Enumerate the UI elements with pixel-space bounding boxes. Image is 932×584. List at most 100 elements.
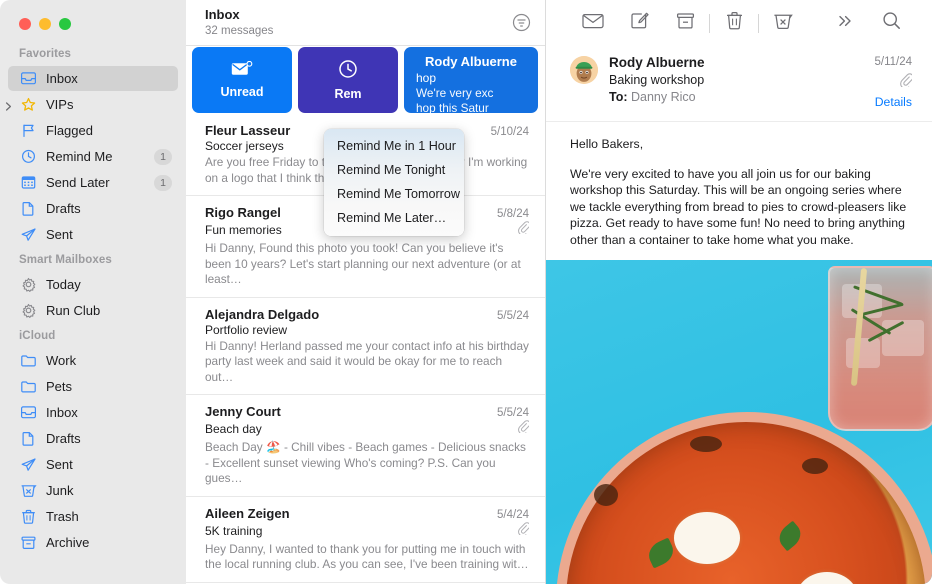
mail-window: Favorites Inbox VIPs Flagged Remind Me 1 S… xyxy=(0,0,932,584)
inbox-icon xyxy=(19,71,38,87)
message-row-mid: 5K training xyxy=(205,521,531,540)
more-button[interactable] xyxy=(822,8,868,38)
recipient-name: Danny Rico xyxy=(631,90,696,104)
char-spot xyxy=(594,484,618,506)
sidebar-item-sent[interactable]: Sent xyxy=(8,452,178,477)
folder-icon xyxy=(19,353,38,369)
sidebar-item-junk[interactable]: Junk xyxy=(8,478,178,503)
delete-button[interactable] xyxy=(711,8,757,38)
context-menu-item[interactable]: Remind Me Later… xyxy=(324,206,464,230)
sidebar-item-drafts[interactable]: Drafts xyxy=(8,426,178,451)
message-list-scroll[interactable]: Unread Rem Rody Albuerne hop We're very … xyxy=(186,46,545,584)
selected-message-from: Rody Albuerne xyxy=(425,54,517,69)
minimize-button[interactable] xyxy=(39,18,51,30)
message-sender: Fleur Lasseur xyxy=(205,123,291,138)
message-row-top: Aileen Zeigen 5/4/24 xyxy=(205,506,529,521)
gear-icon xyxy=(19,277,38,293)
message-date: 5/10/24 xyxy=(490,126,529,138)
selected-message-preview-1: We're very exc xyxy=(416,86,494,100)
margherita-pizza-photo[interactable] xyxy=(546,260,932,584)
paper-plane-icon xyxy=(19,457,38,473)
details-link[interactable]: Details xyxy=(875,94,912,111)
sidebar-item-sent[interactable]: Sent xyxy=(8,222,178,247)
sidebar-item-label: Trash xyxy=(46,509,79,524)
sidebar-item-label: Archive xyxy=(46,535,90,550)
compose-button[interactable] xyxy=(616,8,662,38)
sidebar-item-label: Junk xyxy=(46,483,74,498)
sidebar-item-today[interactable]: Today xyxy=(8,272,178,297)
sidebar-item-inbox[interactable]: Inbox xyxy=(8,66,178,91)
sidebar-item-label: Work xyxy=(46,353,77,368)
mark-unread-button[interactable] xyxy=(570,8,616,38)
message-row-mid: Beach day xyxy=(205,420,531,438)
archive-icon xyxy=(676,12,695,35)
star-icon xyxy=(19,97,38,113)
clock-icon xyxy=(338,59,358,82)
swipe-action-unread[interactable]: Unread xyxy=(192,47,292,113)
toolbar-divider xyxy=(758,13,759,33)
mailbox-title: Inbox xyxy=(205,7,240,22)
message-preview: Hi Danny! Herland passed me your contact… xyxy=(205,338,529,384)
message-list-header: Inbox 32 messages xyxy=(186,0,545,46)
message-count: 32 messages xyxy=(205,25,274,37)
sidebar-item-remind-me[interactable]: Remind Me 1 xyxy=(8,144,178,169)
sidebar-item-label: Inbox xyxy=(46,405,78,420)
gear-icon xyxy=(19,303,38,319)
document-icon xyxy=(19,201,38,217)
search-icon xyxy=(882,11,901,35)
message-preview: Beach Day 🏖️ - Chill vibes - Beach games… xyxy=(205,440,526,485)
archive-button[interactable] xyxy=(662,8,708,38)
message-sender: Rigo Rangel xyxy=(205,205,281,220)
context-menu-item[interactable]: Remind Me in 1 Hour xyxy=(324,134,464,158)
message-list-item[interactable]: Aileen Zeigen 5/4/24 5K training Hey Danny,… xyxy=(186,497,545,583)
ice-cube xyxy=(882,320,924,356)
char-spot xyxy=(802,458,828,474)
sidebar-item-label: VIPs xyxy=(46,97,74,112)
context-menu-item[interactable]: Remind Me Tonight xyxy=(324,158,464,182)
sender-name: Rody Albuerne xyxy=(609,55,705,70)
toolbar-divider xyxy=(709,13,710,33)
message-header-right: 5/11/24 Details xyxy=(874,54,914,111)
zoom-button[interactable] xyxy=(59,18,71,30)
sidebar-item-pets[interactable]: Pets xyxy=(8,374,178,399)
message-meta: Rody Albuerne Baking workshop To: Danny … xyxy=(609,54,863,111)
sidebar-item-label: Drafts xyxy=(46,201,81,216)
close-button[interactable] xyxy=(19,18,31,30)
sidebar-item-work[interactable]: Work xyxy=(8,348,178,373)
chevron-right-icon[interactable] xyxy=(4,100,14,111)
paperclip-icon xyxy=(518,521,531,540)
swipe-action-remind[interactable]: Rem xyxy=(298,47,398,113)
junk-button[interactable] xyxy=(760,8,806,38)
message-list-item[interactable]: Jenny Court 5/5/24 Beach day Beach Day 🏖️ -… xyxy=(186,395,545,497)
message-list-item[interactable]: Alejandra Delgado 5/5/24 Portfolio review H… xyxy=(186,298,545,395)
message-body: Hello Bakers, We're very excited to have… xyxy=(546,122,932,260)
sidebar-item-drafts[interactable]: Drafts xyxy=(8,196,178,221)
sidebar: Favorites Inbox VIPs Flagged Remind Me 1 S… xyxy=(0,0,186,584)
selected-message-preview-2: hop this Satur xyxy=(416,101,489,113)
message-preview: Hey Danny, I wanted to thank you for put… xyxy=(205,541,529,572)
sidebar-item-run-club[interactable]: Run Club xyxy=(8,298,178,323)
context-menu-item[interactable]: Remind Me Tomorrow xyxy=(324,182,464,206)
selected-message-row[interactable]: Rody Albuerne hop We're very exc hop thi… xyxy=(404,47,538,113)
flag-icon xyxy=(19,123,38,139)
sidebar-item-flagged[interactable]: Flagged xyxy=(8,118,178,143)
inbox-icon xyxy=(19,405,38,421)
clock-icon xyxy=(19,149,38,165)
sidebar-item-vips[interactable]: VIPs xyxy=(5,92,178,117)
calendar-icon xyxy=(19,175,38,191)
ice-cube xyxy=(846,338,880,368)
paperclip-icon xyxy=(900,73,914,92)
archive-icon xyxy=(19,535,38,551)
sidebar-item-trash[interactable]: Trash xyxy=(8,504,178,529)
sidebar-item-label: Pets xyxy=(46,379,73,394)
message-sender: Alejandra Delgado xyxy=(205,306,320,322)
search-button[interactable] xyxy=(868,8,914,38)
filter-icon[interactable] xyxy=(512,13,531,37)
sidebar-item-send-later[interactable]: Send Later 1 xyxy=(8,170,178,195)
sidebar-item-archive[interactable]: Archive xyxy=(8,530,178,555)
body-paragraph: Hello Bakers, xyxy=(570,137,644,151)
memoji-avatar xyxy=(570,56,598,84)
sidebar-item-inbox[interactable]: Inbox xyxy=(8,400,178,425)
remind-me-context-menu[interactable]: Remind Me in 1 Hour Remind Me Tonight Remi… xyxy=(324,129,464,236)
message-row-top: Jenny Court 5/5/24 xyxy=(205,404,529,419)
